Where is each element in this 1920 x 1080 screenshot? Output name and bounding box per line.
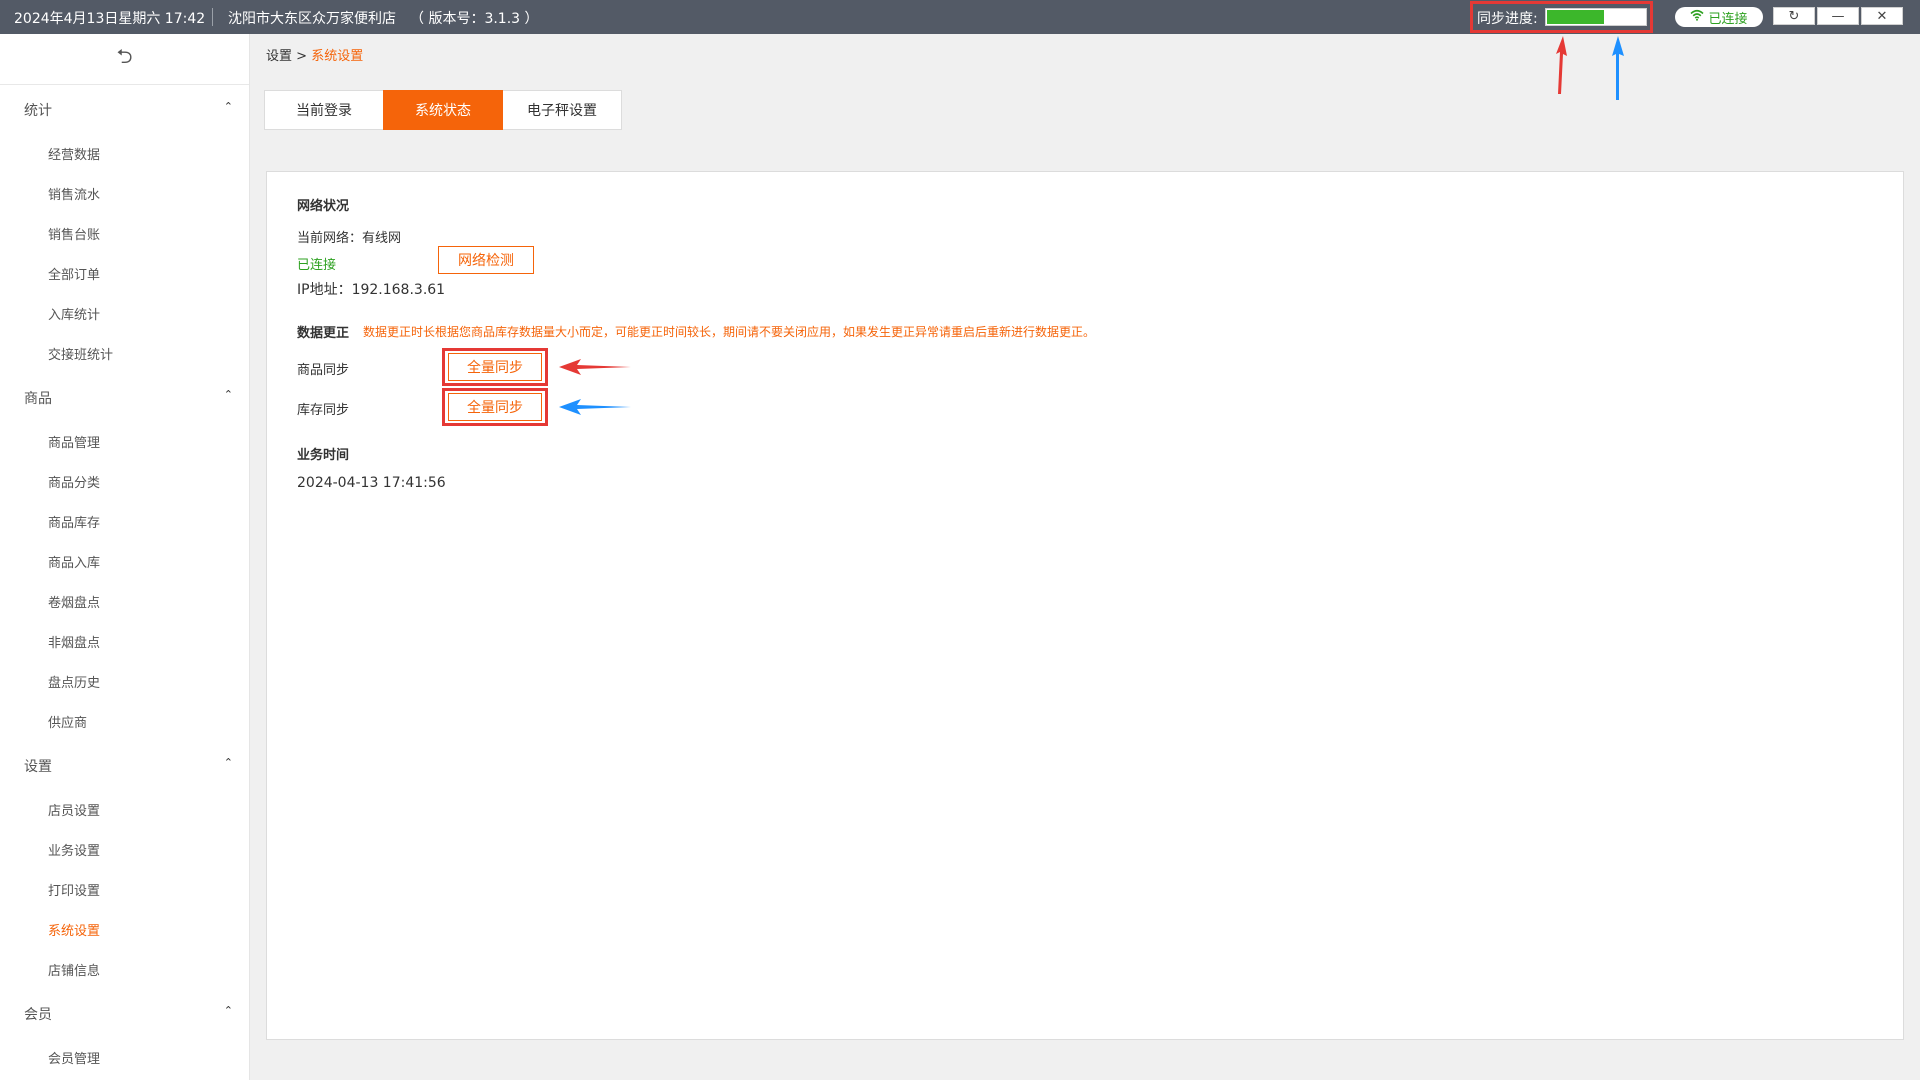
sidebar-item-product-management[interactable]: 商品管理 xyxy=(48,432,100,451)
business-time-title: 业务时间 xyxy=(297,448,350,463)
red-arrow-icon xyxy=(1556,36,1567,94)
data-correction-note: 数据更正时长根据您商品库存数据量大小而定，可能更正时间较长，期间请不要关闭应用，… xyxy=(363,325,1096,339)
connection-status-badge[interactable]: 已连接 xyxy=(1675,7,1763,27)
title-bar: 2024年4月13日星期六 17:42 沈阳市大东区众万家便利店 （ 版本号：3… xyxy=(0,0,1920,34)
close-icon: ✕ xyxy=(1876,8,1888,24)
sidebar-item-count-history[interactable]: 盘点历史 xyxy=(48,672,100,691)
sidebar-item-sales-ledger[interactable]: 销售台账 xyxy=(48,224,100,243)
close-button[interactable]: ✕ xyxy=(1861,7,1903,25)
sidebar-item-product-stock[interactable]: 商品库存 xyxy=(48,512,100,531)
sidebar-group-settings[interactable]: 设置 ⌃ xyxy=(0,756,249,778)
sidebar-item-supplier[interactable]: 供应商 xyxy=(48,712,87,731)
sidebar-item-print-settings[interactable]: 打印设置 xyxy=(48,880,100,899)
chevron-up-icon: ⌃ xyxy=(223,388,233,401)
annotation-arrows-top xyxy=(1556,36,1624,100)
stock-sync-label: 库存同步 xyxy=(297,403,350,418)
network-section-title: 网络状况 xyxy=(297,199,350,214)
sidebar-item-inbound-stats[interactable]: 入库统计 xyxy=(48,304,100,323)
tab-system-status[interactable]: 系统状态 xyxy=(383,90,503,130)
sidebar-collapse-button[interactable]: ⮌ xyxy=(0,34,249,85)
sidebar-item-product-category[interactable]: 商品分类 xyxy=(48,472,100,491)
business-time-value: 2024-04-13 17:41:56 xyxy=(297,475,446,491)
sidebar-item-clerk-settings[interactable]: 店员设置 xyxy=(48,800,100,819)
blue-arrow-icon xyxy=(559,399,631,415)
system-status-panel: 网络状况 当前网络：有线网 已连接 网络检测 IP地址：192.168.3.61… xyxy=(266,171,1904,1040)
sidebar-item-non-cigarette-count[interactable]: 非烟盘点 xyxy=(48,632,100,651)
minimize-icon: — xyxy=(1831,8,1845,24)
breadcrumb: 设置 > 系统设置 xyxy=(266,45,363,64)
sidebar-group-label: 商品 xyxy=(24,391,52,407)
product-full-sync-button[interactable]: 全量同步 xyxy=(448,353,542,381)
stock-full-sync-button[interactable]: 全量同步 xyxy=(448,393,542,421)
sync-highlight-box xyxy=(1470,1,1653,33)
sidebar-item-shift-stats[interactable]: 交接班统计 xyxy=(48,344,113,363)
minimize-button[interactable]: — xyxy=(1817,7,1859,25)
sidebar-group-label: 统计 xyxy=(24,103,52,119)
version-text: （ 版本号：3.1.3 ） xyxy=(410,11,539,27)
sidebar-item-member-management[interactable]: 会员管理 xyxy=(48,1048,100,1067)
sidebar-group-stats[interactable]: 统计 ⌃ xyxy=(0,100,249,122)
datetime-text: 2024年4月13日星期六 17:42 xyxy=(14,11,206,27)
sidebar-item-sales-flow[interactable]: 销售流水 xyxy=(48,184,100,203)
sidebar-group-label: 设置 xyxy=(24,759,52,775)
chevron-up-icon: ⌃ xyxy=(223,756,233,769)
sidebar-item-product-inbound[interactable]: 商品入库 xyxy=(48,552,100,571)
sidebar-group-members[interactable]: 会员 ⌃ xyxy=(0,1004,249,1026)
blue-arrow-icon xyxy=(1612,36,1624,100)
chevron-up-icon: ⌃ xyxy=(223,1004,233,1017)
product-sync-label: 商品同步 xyxy=(297,363,350,378)
store-name: 沈阳市大东区众万家便利店 xyxy=(228,11,396,27)
collapse-icon: ⮌ xyxy=(116,44,133,68)
tab-scale-settings[interactable]: 电子秤设置 xyxy=(502,90,622,130)
annotation-arrows-side xyxy=(559,359,631,415)
refresh-button[interactable]: ↻ xyxy=(1773,7,1815,25)
breadcrumb-root[interactable]: 设置 xyxy=(266,49,292,64)
sidebar-item-cigarette-count[interactable]: 卷烟盘点 xyxy=(48,592,100,611)
network-status-text: 已连接 xyxy=(297,258,337,273)
sidebar-item-store-info[interactable]: 店铺信息 xyxy=(48,960,100,979)
divider xyxy=(212,8,213,26)
connection-status-text: 已连接 xyxy=(1708,11,1748,27)
current-network-text: 当前网络：有线网 xyxy=(297,231,402,246)
sidebar-item-business-settings[interactable]: 业务设置 xyxy=(48,840,100,859)
sidebar-group-label: 会员 xyxy=(24,1007,52,1023)
sidebar-item-system-settings[interactable]: 系统设置 xyxy=(48,920,100,939)
wifi-icon xyxy=(1690,9,1705,25)
tab-current-login[interactable]: 当前登录 xyxy=(264,90,384,130)
red-arrow-icon xyxy=(559,359,631,375)
sidebar-group-products[interactable]: 商品 ⌃ xyxy=(0,388,249,410)
breadcrumb-separator: > xyxy=(296,49,308,64)
sidebar-item-all-orders[interactable]: 全部订单 xyxy=(48,264,100,283)
ip-address-text: IP地址：192.168.3.61 xyxy=(297,282,446,298)
data-correction-title: 数据更正 xyxy=(297,326,350,341)
chevron-up-icon: ⌃ xyxy=(223,100,233,113)
sidebar: ⮌ 统计 ⌃ 经营数据 销售流水 销售台账 全部订单 入库统计 交接班统计 商品… xyxy=(0,34,250,1080)
tab-bar: 当前登录 系统状态 电子秤设置 xyxy=(264,90,622,130)
network-check-button[interactable]: 网络检测 xyxy=(438,246,534,274)
breadcrumb-current: 系统设置 xyxy=(311,49,364,64)
sidebar-item-business-data[interactable]: 经营数据 xyxy=(48,144,100,163)
refresh-icon: ↻ xyxy=(1788,8,1800,24)
